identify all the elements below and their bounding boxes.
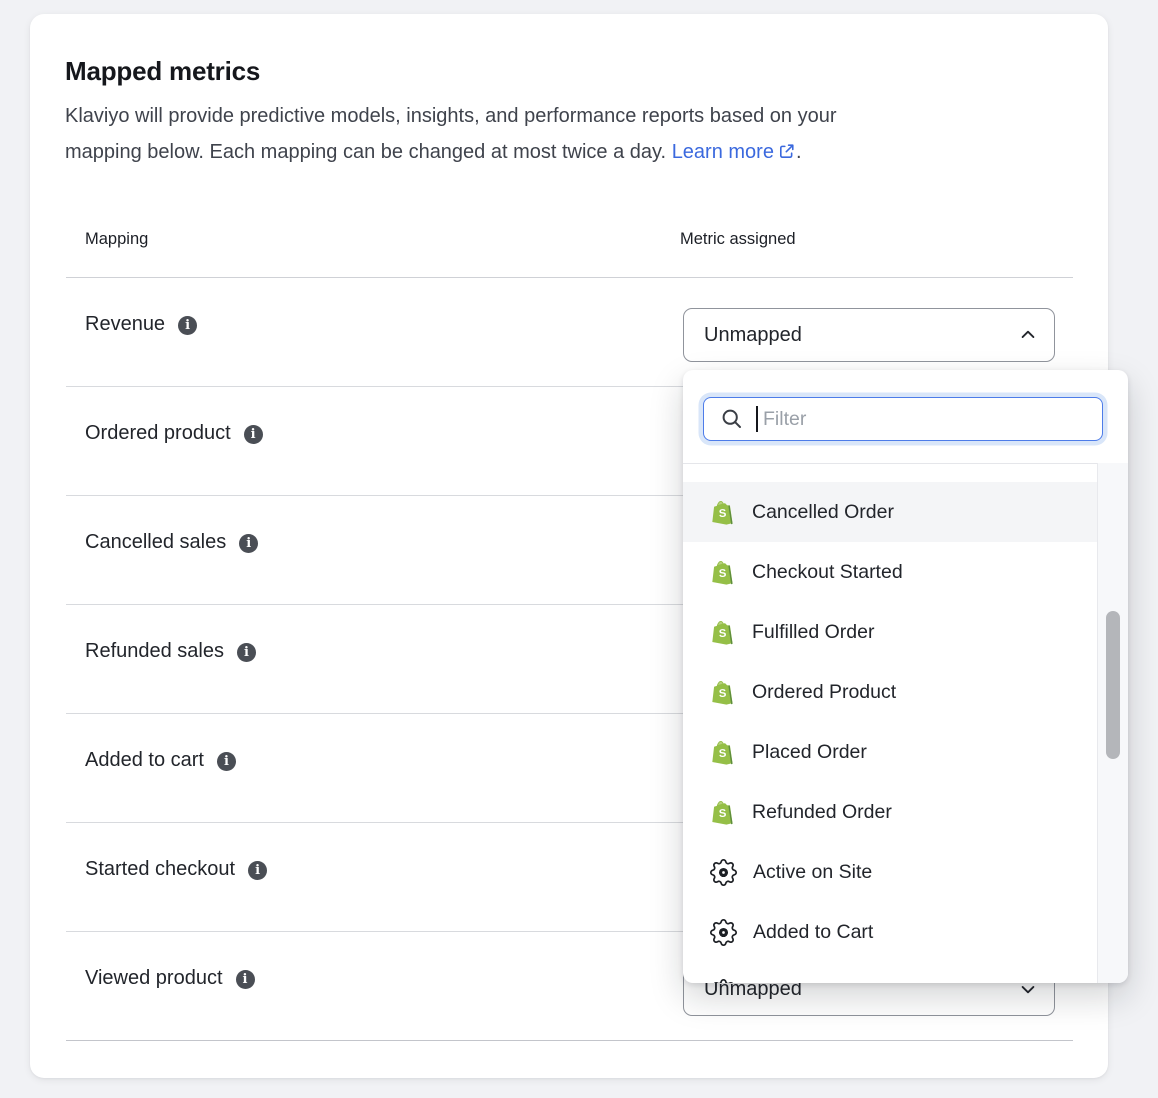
- shopify-icon: S: [710, 739, 736, 765]
- scrollbar-track[interactable]: [1097, 463, 1128, 983]
- mapping-label: Cancelled sales: [85, 531, 226, 554]
- mapping-label-group: Started checkout i: [85, 858, 267, 881]
- description-line-2: mapping below. Each mapping can be chang…: [65, 134, 1030, 170]
- selected-metric: Unmapped: [704, 324, 802, 347]
- dropdown-option-label: Ordered Product: [752, 681, 896, 704]
- mapping-label: Ordered product: [85, 422, 231, 445]
- mapping-label: Added to cart: [85, 749, 204, 772]
- shopify-icon: S: [710, 559, 736, 585]
- filter-field: [703, 397, 1103, 441]
- dropdown-option-label: Added to Cart: [753, 921, 873, 944]
- dropdown-option[interactable]: Active on Site: [683, 842, 1097, 902]
- mapping-label: Viewed product: [85, 967, 223, 990]
- dropdown-option[interactable]: Added to Cart: [683, 902, 1097, 962]
- learn-more-link[interactable]: Learn more: [672, 141, 796, 163]
- settings-page: Mapped metrics Klaviyo will provide pred…: [0, 0, 1158, 1098]
- dropdown-option-label: Refunded Order: [752, 801, 892, 824]
- metric-option-list: S Cancelled Order S Checkout Started S F…: [683, 463, 1097, 983]
- column-header-metric-assigned: Metric assigned: [680, 230, 796, 249]
- scrollbar-thumb[interactable]: [1106, 611, 1120, 759]
- mapping-label: Revenue: [85, 313, 165, 336]
- dropdown-option-label: Cancelled Order: [752, 501, 894, 524]
- dropdown-option[interactable]: S Cancelled Order: [683, 482, 1097, 542]
- dropdown-option[interactable]: S Refunded Order: [683, 782, 1097, 842]
- shopify-icon: S: [710, 679, 736, 705]
- mapping-label-group: Cancelled sales i: [85, 531, 258, 554]
- info-icon[interactable]: i: [178, 316, 197, 335]
- gear-icon: [710, 919, 737, 946]
- external-link-icon: [777, 142, 796, 161]
- dropdown-option-label: Placed Order: [752, 741, 867, 764]
- dropdown-option-label: Cancelled Order: [753, 981, 895, 984]
- info-icon[interactable]: i: [239, 534, 258, 553]
- info-icon[interactable]: i: [237, 643, 256, 662]
- page-title: Mapped metrics: [65, 56, 260, 87]
- text-cursor: [756, 406, 758, 432]
- shopify-icon: S: [710, 499, 736, 525]
- metric-dropdown: S Cancelled Order S Checkout Started S F…: [683, 370, 1128, 983]
- dropdown-option[interactable]: S Fulfilled Order: [683, 602, 1097, 662]
- description-text: Klaviyo will provide predictive models, …: [65, 98, 1030, 170]
- metric-select[interactable]: Unmapped: [683, 308, 1055, 362]
- dropdown-option[interactable]: S Checkout Started: [683, 542, 1097, 602]
- shopify-icon: S: [710, 799, 736, 825]
- column-header-mapping: Mapping: [85, 230, 148, 249]
- dropdown-option-label: Checkout Started: [752, 561, 903, 584]
- dropdown-option-label: Fulfilled Order: [752, 621, 874, 644]
- info-icon[interactable]: i: [236, 970, 255, 989]
- svg-text:S: S: [718, 748, 726, 760]
- svg-text:S: S: [718, 568, 726, 580]
- info-icon[interactable]: i: [244, 425, 263, 444]
- svg-text:S: S: [718, 508, 726, 520]
- dropdown-option[interactable]: S Placed Order: [683, 722, 1097, 782]
- svg-text:S: S: [718, 628, 726, 640]
- mapping-label-group: Refunded sales i: [85, 640, 256, 663]
- mapping-label-group: Revenue i: [85, 313, 197, 336]
- description-line-1: Klaviyo will provide predictive models, …: [65, 98, 1030, 134]
- gear-icon: [710, 859, 737, 886]
- info-icon[interactable]: i: [217, 752, 236, 771]
- gear-icon: [710, 979, 737, 984]
- mapping-label: Started checkout: [85, 858, 235, 881]
- shopify-icon: S: [710, 619, 736, 645]
- svg-text:S: S: [718, 688, 726, 700]
- mapping-label-group: Ordered product i: [85, 422, 263, 445]
- dropdown-option[interactable]: Cancelled Order: [683, 962, 1097, 983]
- dropdown-option[interactable]: S Ordered Product: [683, 662, 1097, 722]
- dropdown-option-label: Active on Site: [753, 861, 872, 884]
- mapping-label-group: Viewed product i: [85, 967, 255, 990]
- info-icon[interactable]: i: [248, 861, 267, 880]
- mapping-label-group: Added to cart i: [85, 749, 236, 772]
- svg-text:S: S: [718, 808, 726, 820]
- chevron-up-icon: [1018, 325, 1038, 345]
- mapping-label: Refunded sales: [85, 640, 224, 663]
- filter-input[interactable]: [703, 397, 1103, 441]
